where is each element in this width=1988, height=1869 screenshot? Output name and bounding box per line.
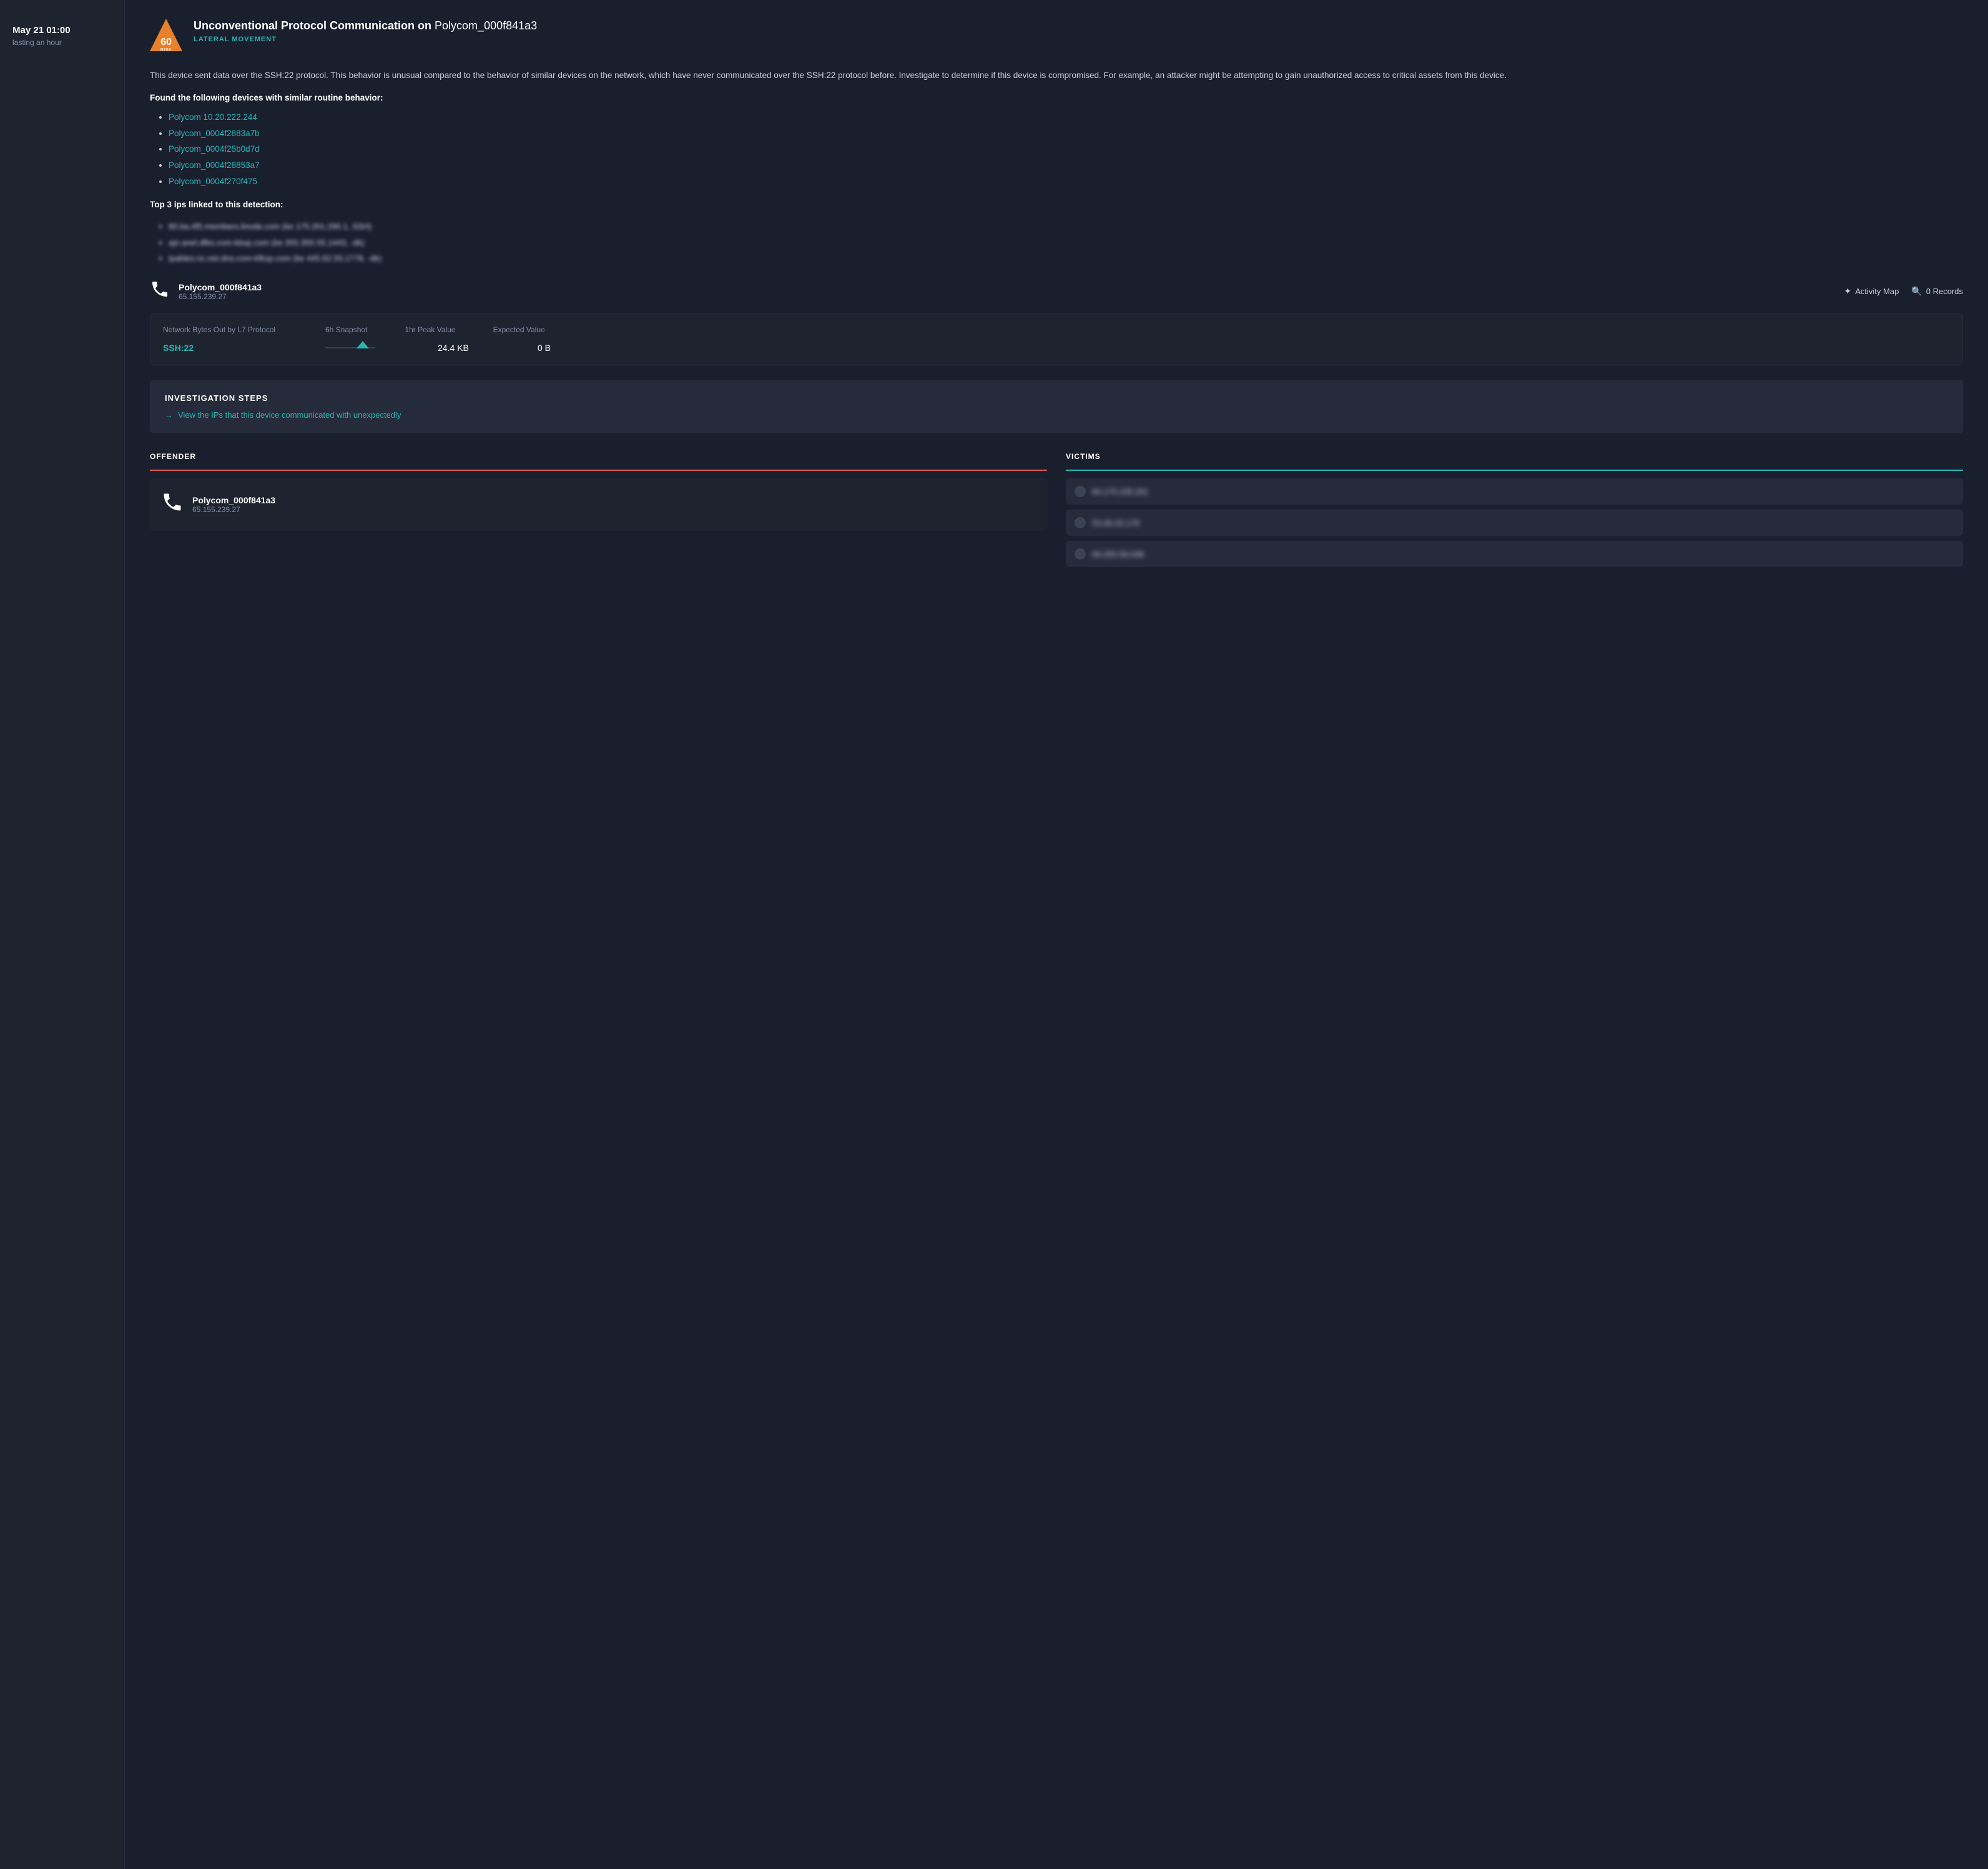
activity-map-icon: ✦ [1844, 286, 1852, 297]
main-content: 60 RISK Unconventional Protocol Communic… [125, 0, 1988, 1869]
device-link-3[interactable]: Polycom_0004f25b0d7d [169, 144, 260, 154]
protocol-label: SSH:22 [163, 343, 288, 353]
alert-title: Unconventional Protocol Communication on… [194, 19, 1963, 33]
device-link-1[interactable]: Polycom 10.20.222.244 [169, 112, 257, 122]
investigation-title: INVESTIGATION STEPS [165, 393, 1948, 403]
risk-label: RISK [160, 48, 172, 52]
alert-device-name: Polycom_000f841a3 [435, 19, 537, 32]
records-icon: 🔍 [1911, 286, 1922, 297]
device-info: Polycom_000f841a3 65.155.239.27 [179, 282, 1844, 301]
investigation-link-text: View the IPs that this device communicat… [178, 410, 401, 420]
list-item[interactable]: Polycom_0004f28853a7 [169, 159, 1963, 172]
col-snapshot-header: 6h Snapshot [325, 325, 367, 334]
description-text: This device sent data over the SSH:22 pr… [150, 69, 1963, 82]
device-actions: ✦ Activity Map 🔍 0 Records [1844, 286, 1964, 297]
network-stats: Network Bytes Out by L7 Protocol 6h Snap… [150, 313, 1963, 365]
victim-item-2: 53.46.22.179 [1066, 510, 1963, 536]
network-stats-header: Network Bytes Out by L7 Protocol 6h Snap… [163, 325, 1950, 334]
victim-item-1: 84.175.235.291 [1066, 478, 1963, 505]
snapshot-chart [325, 347, 400, 348]
victims-col: VICTIMS 84.175.235.291 53.46.22.179 94.2… [1066, 452, 1963, 572]
victim-dot-2 [1075, 517, 1086, 528]
device-row: Polycom_000f841a3 65.155.239.27 ✦ Activi… [150, 279, 1963, 303]
alert-header: 60 RISK Unconventional Protocol Communic… [150, 19, 1963, 51]
victim-text-1: 84.175.235.291 [1092, 487, 1148, 496]
device-name-text: Polycom_000f841a3 [179, 282, 1844, 292]
activity-map-button[interactable]: ✦ Activity Map [1844, 286, 1899, 297]
list-item[interactable]: Polycom_0004f2883a7b [169, 127, 1963, 141]
offender-ip: 65.155.239.27 [192, 505, 275, 514]
chart-spike [357, 341, 369, 348]
alert-title-prefix: Unconventional Protocol Communication on [194, 19, 431, 32]
device-ip: 65.155.239.27 [179, 292, 1844, 301]
list-item[interactable]: Polycom 10.20.222.244 [169, 111, 1963, 124]
description-block: This device sent data over the SSH:22 pr… [150, 69, 1963, 265]
activity-map-label: Activity Map [1855, 287, 1899, 296]
list-item[interactable]: Polycom_0004f25b0d7d [169, 142, 1963, 156]
col-expected-header: Expected Value [493, 325, 545, 334]
list-item: 80.ba.4f5.members.linode.com (ke 175.201… [169, 220, 1963, 234]
alert-subtitle: LATERAL MOVEMENT [194, 36, 1963, 43]
page-container: May 21 01:00 lasting an hour 60 RISK Unc… [0, 0, 1988, 1869]
offender-name: Polycom_000f841a3 [192, 495, 275, 505]
similar-devices-list: Polycom 10.20.222.244 Polycom_0004f2883a… [150, 111, 1963, 188]
list-item: ipables.nc.net.dns.com-kfksp.com (ke 445… [169, 252, 1963, 265]
offender-card: Polycom_000f841a3 65.155.239.27 [150, 478, 1047, 531]
top-ips-label: Top 3 ips linked to this detection: [150, 198, 1963, 212]
similar-label: Found the following devices with similar… [150, 91, 1963, 105]
top-ips-list: 80.ba.4f5.members.linode.com (ke 175.201… [150, 220, 1963, 265]
evidence-section: OFFENDER Polycom_000f841a3 65.155.239.27 [150, 452, 1963, 572]
alert-title-area: Unconventional Protocol Communication on… [194, 19, 1963, 43]
left-sidebar: May 21 01:00 lasting an hour [0, 0, 125, 1869]
victim-text-2: 53.46.22.179 [1092, 518, 1139, 528]
device-link-2[interactable]: Polycom_0004f2883a7b [169, 129, 260, 138]
investigation-card: INVESTIGATION STEPS → View the IPs that … [150, 380, 1963, 433]
network-stats-row: SSH:22 24.4 KB 0 B [163, 343, 1950, 353]
offender-info: Polycom_000f841a3 65.155.239.27 [192, 495, 275, 514]
risk-score: 60 [160, 37, 172, 47]
records-label: 0 Records [1926, 287, 1963, 296]
victim-dot-1 [1075, 486, 1086, 497]
list-item: ajn.anel.dfks.com-kbsp.com (ke 355.355.5… [169, 237, 1963, 250]
arrow-right-icon: → [165, 410, 173, 420]
offender-col: OFFENDER Polycom_000f841a3 65.155.239.27 [150, 452, 1047, 572]
victims-label: VICTIMS [1066, 452, 1963, 465]
device-link-5[interactable]: Polycom_0004f270f475 [169, 177, 257, 186]
chart-line [325, 347, 375, 348]
investigation-link[interactable]: → View the IPs that this device communic… [165, 410, 1948, 420]
col-protocol-header: Network Bytes Out by L7 Protocol [163, 325, 288, 334]
offender-phone-icon [161, 491, 184, 518]
victim-text-3: 94.255.56.048 [1092, 550, 1144, 559]
risk-badge: 60 RISK [150, 19, 182, 51]
offender-label-bar: OFFENDER [150, 452, 1047, 471]
victims-label-bar: VICTIMS [1066, 452, 1963, 471]
records-button[interactable]: 🔍 0 Records [1911, 286, 1963, 297]
offender-label: OFFENDER [150, 452, 1047, 465]
list-item[interactable]: Polycom_0004f270f475 [169, 175, 1963, 189]
victim-dot-3 [1075, 548, 1086, 560]
sidebar-date: May 21 01:00 [12, 25, 112, 36]
sidebar-duration: lasting an hour [12, 38, 112, 47]
peak-value: 24.4 KB [438, 343, 500, 353]
device-phone-icon [150, 279, 170, 303]
victim-item-3: 94.255.56.048 [1066, 541, 1963, 567]
expected-value: 0 B [538, 343, 551, 353]
device-link-4[interactable]: Polycom_0004f28853a7 [169, 160, 260, 170]
col-peak-header: 1hr Peak Value [405, 325, 455, 334]
